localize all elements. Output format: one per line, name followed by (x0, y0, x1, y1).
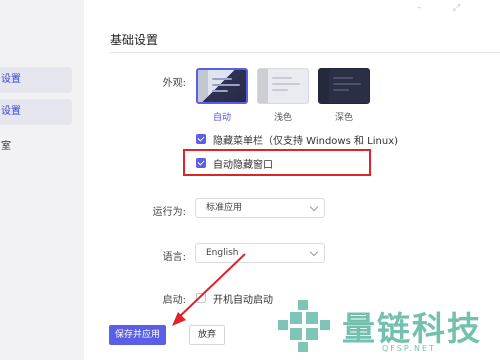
watermark-logo-icon (278, 300, 330, 352)
watermark-url: QFSP.NET (382, 344, 436, 353)
watermark-brand: 量链科技 (342, 309, 482, 348)
